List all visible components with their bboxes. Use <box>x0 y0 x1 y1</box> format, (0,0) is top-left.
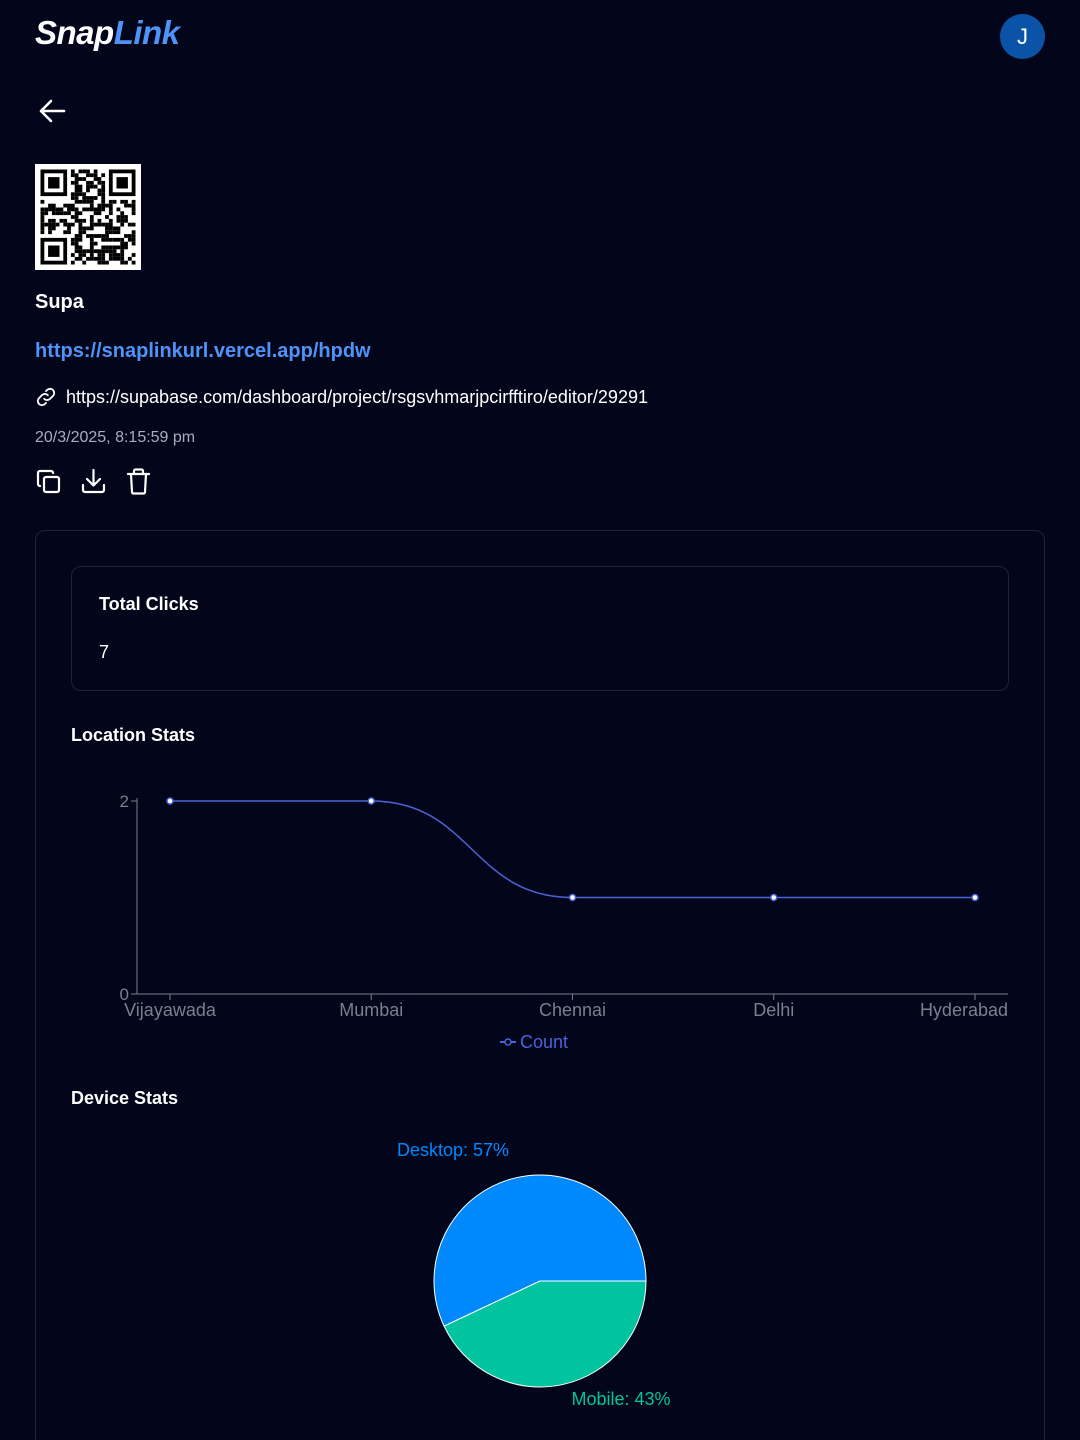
arrow-left-icon <box>39 99 66 123</box>
app-logo[interactable]: SnapLink <box>35 14 180 52</box>
x-tick-label: Vijayawada <box>124 1000 217 1020</box>
short-url-link[interactable]: https://snaplinkurl.vercel.app/hpdw <box>35 340 371 363</box>
data-point[interactable] <box>568 893 577 902</box>
pie-label-mobile: Mobile: 43% <box>571 1389 670 1409</box>
back-button[interactable] <box>36 95 68 127</box>
logo-part-snap: Snap <box>35 14 114 51</box>
qr-code <box>35 164 141 270</box>
device-pie-chart: Desktop: 57% Mobile: 43% <box>397 1140 671 1409</box>
data-point[interactable] <box>770 893 778 902</box>
link-icon <box>36 387 56 407</box>
x-tick-label: Mumbai <box>339 1000 403 1020</box>
total-clicks-card: Total Clicks 7 <box>71 566 1009 691</box>
legend-marker-icon <box>504 1038 512 1046</box>
y-tick-label: 2 <box>120 792 129 811</box>
copy-icon <box>36 469 61 494</box>
link-actions <box>35 467 152 496</box>
download-icon <box>81 468 106 494</box>
user-avatar[interactable]: J <box>1000 14 1045 59</box>
legend-label: Count <box>520 1032 568 1052</box>
original-url-row: https://supabase.com/dashboard/project/r… <box>35 386 648 408</box>
link-details-page: SnapLink J Supa https://snaplinkurl.verc… <box>0 0 1080 1440</box>
created-date: 20/3/2025, 8:15:59 pm <box>35 429 196 446</box>
data-point[interactable] <box>367 797 375 805</box>
device-stats-title: Device Stats <box>71 1088 179 1108</box>
qr-code-image <box>40 169 136 265</box>
download-button[interactable] <box>80 467 107 496</box>
x-tick-label: Chennai <box>539 1000 606 1020</box>
total-clicks-label: Total Clicks <box>99 594 199 614</box>
chart-legend: Count <box>500 1032 568 1052</box>
x-tick-label: Hyderabad <box>920 1000 1008 1020</box>
delete-button[interactable] <box>125 467 152 496</box>
trash-icon <box>126 468 151 495</box>
series-line-count <box>170 800 975 899</box>
logo-part-link: Link <box>113 14 180 51</box>
link-title: Supa <box>35 291 84 313</box>
data-point[interactable] <box>971 893 979 902</box>
avatar-initial: J <box>1017 23 1028 49</box>
original-url[interactable]: https://supabase.com/dashboard/project/r… <box>66 387 648 408</box>
copy-button[interactable] <box>35 467 62 496</box>
total-clicks-value: 7 <box>99 642 110 662</box>
x-tick-label: Delhi <box>753 1000 794 1020</box>
pie-label-desktop: Desktop: 57% <box>397 1140 509 1160</box>
data-point[interactable] <box>166 797 174 805</box>
location-line-chart: 02Vijayawada Mumbai Chennai Delhi HyderabadC… <box>120 792 1008 1052</box>
location-stats-title: Location Stats <box>71 725 196 745</box>
